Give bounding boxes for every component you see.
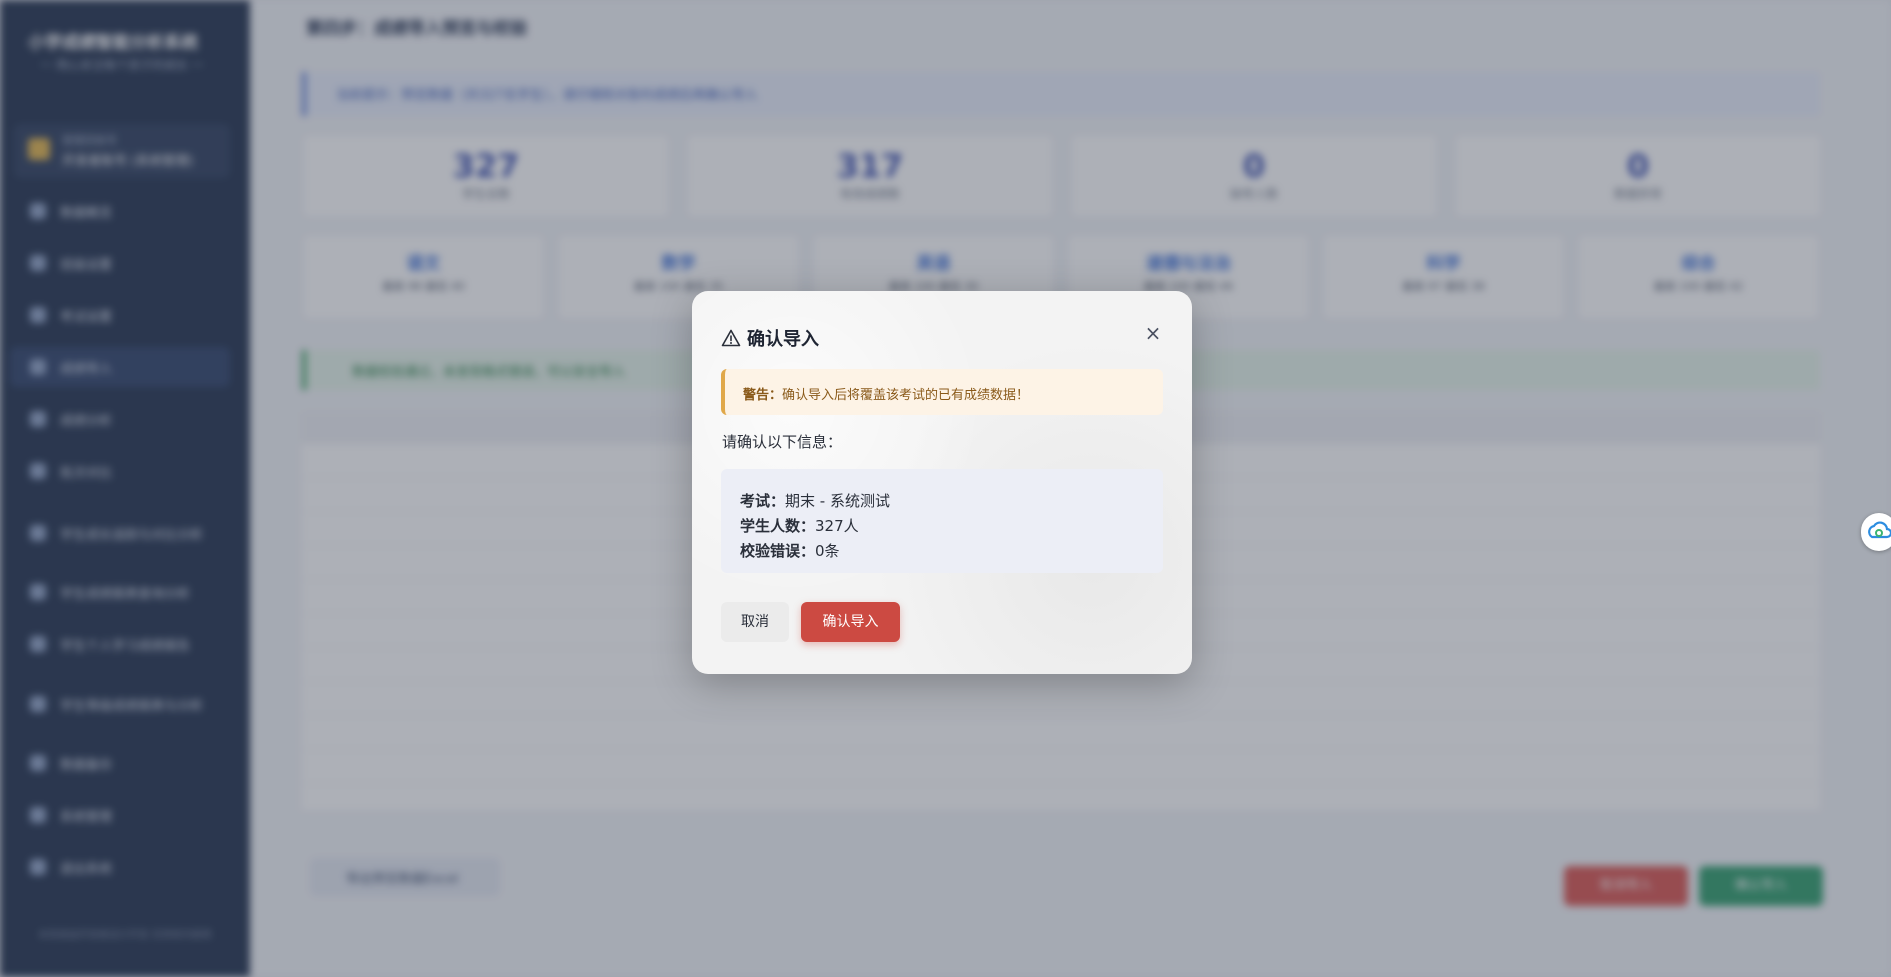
- warning-triangle-icon: [721, 329, 741, 347]
- info-row-student-count: 学生人数：327人: [740, 514, 1144, 539]
- info-row-exam: 考试：期末 - 系统测试: [740, 489, 1144, 514]
- cloud-assistant-icon[interactable]: [1861, 513, 1891, 551]
- warning-label: 警告：: [743, 388, 783, 403]
- info-row-validation-errors: 校验错误：0条: [740, 539, 1144, 564]
- info-label: 考试：: [740, 492, 786, 510]
- confirm-prompt: 请确认以下信息：: [722, 433, 843, 451]
- cancel-button[interactable]: 取消: [721, 602, 789, 642]
- info-value: 327人: [815, 517, 859, 535]
- import-info-box: 考试：期末 - 系统测试 学生人数：327人 校验错误：0条: [721, 469, 1163, 573]
- info-value: 0条: [815, 542, 840, 560]
- close-icon[interactable]: ×: [1141, 321, 1165, 345]
- warning-text: 确认导入后将覆盖该考试的已有成绩数据！: [782, 388, 1030, 403]
- info-value: 期末 - 系统测试: [785, 492, 890, 510]
- confirm-import-dialog: 确认导入 × 警告：确认导入后将覆盖该考试的已有成绩数据！ 请确认以下信息： 考…: [692, 291, 1192, 674]
- info-label: 校验错误：: [740, 542, 816, 560]
- confirm-import-button[interactable]: 确认导入: [801, 602, 900, 642]
- info-label: 学生人数：: [740, 517, 816, 535]
- warning-alert: 警告：确认导入后将覆盖该考试的已有成绩数据！: [721, 369, 1163, 415]
- dialog-title: 确认导入: [721, 325, 819, 351]
- dialog-title-text: 确认导入: [747, 329, 819, 350]
